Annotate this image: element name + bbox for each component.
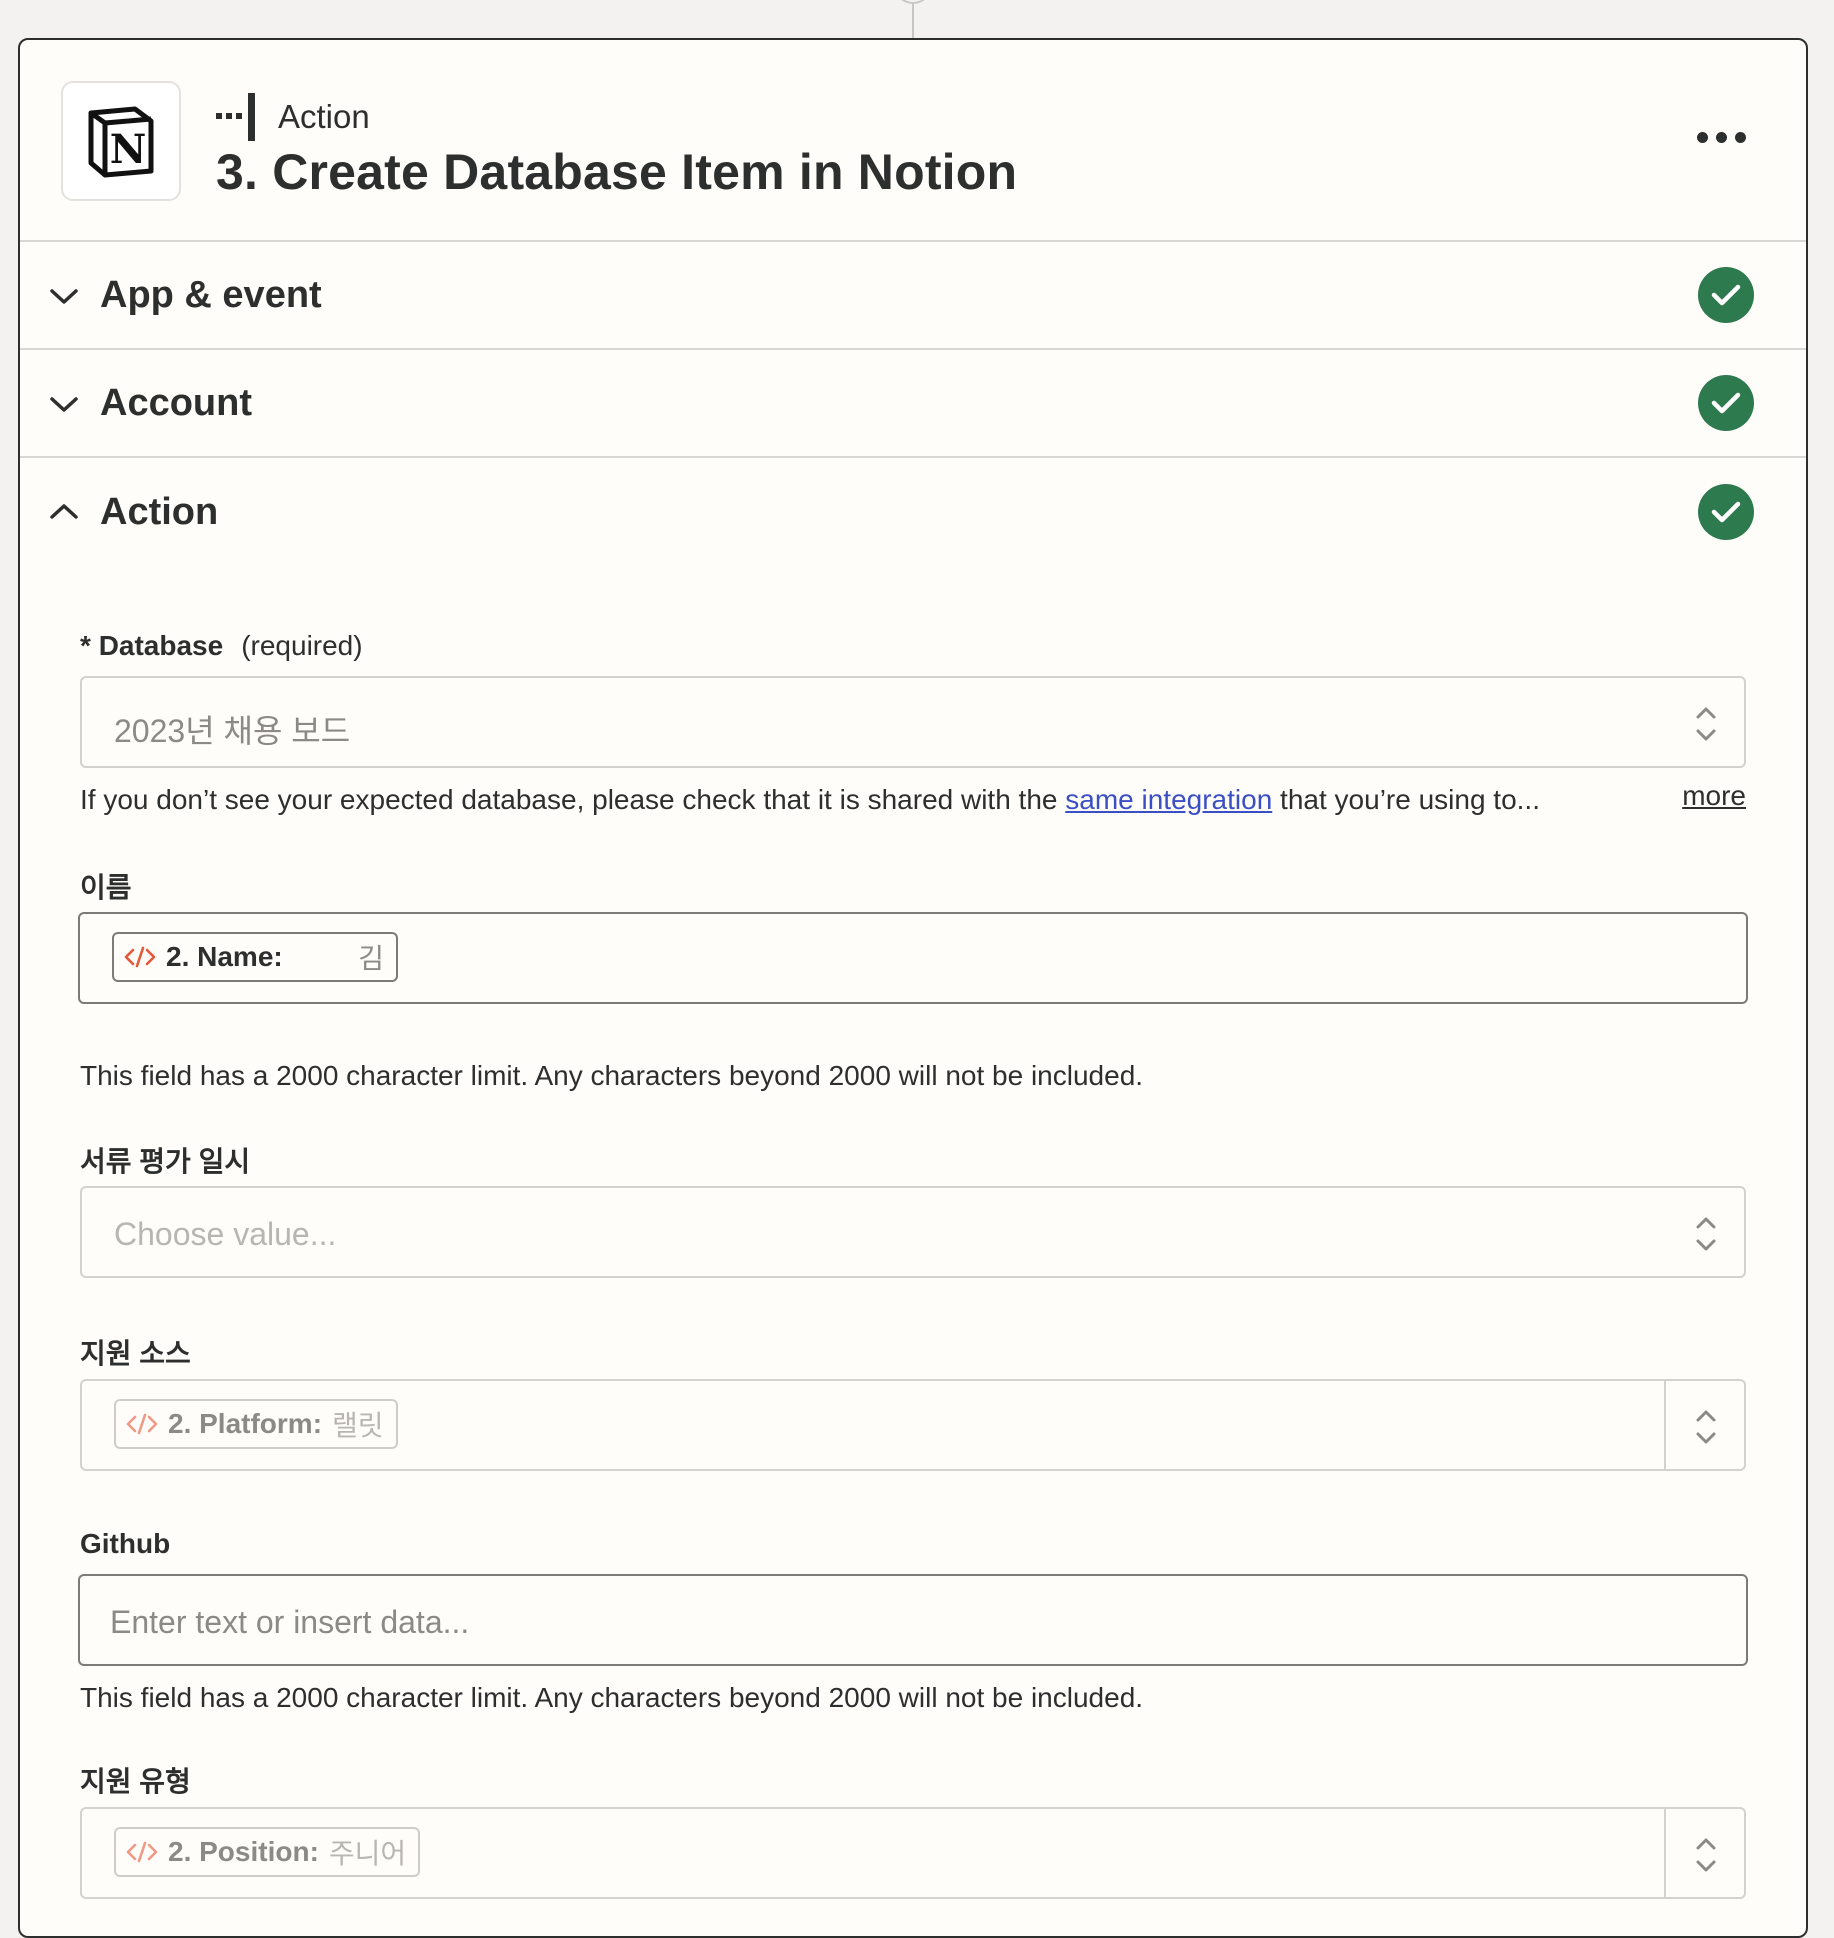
- step-title: 3. Create Database Item in Notion: [216, 144, 1018, 200]
- name-label: 이름: [80, 872, 132, 903]
- pill-value: 김: [358, 943, 384, 974]
- database-value: 2023년 채용 보드: [114, 713, 351, 749]
- step-kind: Action: [216, 93, 370, 141]
- source-select[interactable]: 2. Platform: 랠릿: [80, 1379, 1746, 1471]
- step-card: N Action 3. Create Database Item in Noti…: [18, 38, 1808, 1938]
- code-icon: [124, 946, 156, 968]
- pill-value: 랠릿: [332, 1410, 384, 1441]
- notion-logo-icon: N: [61, 81, 181, 201]
- updown-chevron-icon: [1696, 707, 1716, 741]
- database-label-text: Database: [98, 630, 224, 661]
- github-placeholder: Enter text or insert data...: [110, 1604, 470, 1640]
- step-connector-node: [894, 0, 932, 4]
- chevron-down-icon: [50, 289, 78, 304]
- code-icon: [126, 1413, 158, 1435]
- step-header: N Action 3. Create Database Item in Noti…: [20, 40, 1806, 242]
- section-label: App & event: [100, 273, 322, 316]
- review-date-placeholder: Choose value...: [114, 1216, 337, 1252]
- select-divider: [1664, 1809, 1666, 1897]
- database-help-text-end: that you’re using to...: [1272, 784, 1540, 815]
- github-label: Github: [80, 1528, 171, 1559]
- updown-chevron-icon[interactable]: [1694, 1835, 1718, 1875]
- section-app-event[interactable]: App & event: [20, 242, 1806, 350]
- check-circle-icon: [1698, 375, 1754, 431]
- check-circle-icon: [1698, 267, 1754, 323]
- same-integration-link[interactable]: same integration: [1065, 784, 1272, 815]
- more-options-icon[interactable]: [1697, 132, 1746, 143]
- apply-type-label: 지원 유형: [80, 1766, 191, 1797]
- database-help-text: If you don’t see your expected database,…: [80, 784, 1066, 815]
- pill-value: 주니어: [328, 1838, 407, 1869]
- github-help: This field has a 2000 character limit. A…: [80, 1682, 1144, 1713]
- name-input[interactable]: 2. Name: 김: [78, 912, 1748, 1004]
- pill-key: 2. Platform:: [168, 1408, 323, 1439]
- required-note: (required): [241, 630, 363, 661]
- source-label: 지원 소스: [80, 1338, 191, 1369]
- step-connector: [912, 0, 914, 40]
- chevron-down-icon: [50, 397, 78, 412]
- section-action[interactable]: Action: [20, 458, 1806, 566]
- section-account[interactable]: Account: [20, 350, 1806, 458]
- select-divider: [1664, 1381, 1666, 1469]
- more-link[interactable]: more: [1682, 780, 1746, 812]
- pill-key: 2. Position:: [168, 1836, 319, 1867]
- review-date-select[interactable]: Choose value...: [80, 1186, 1746, 1278]
- section-label: Account: [100, 381, 252, 424]
- step-kind-label: Action: [278, 98, 370, 135]
- check-circle-icon: [1698, 484, 1754, 540]
- chevron-up-icon: [50, 504, 78, 519]
- pill-key: 2. Name:: [166, 941, 283, 972]
- database-select[interactable]: 2023년 채용 보드: [80, 676, 1746, 768]
- action-step-icon: [216, 93, 255, 141]
- database-help: If you don’t see your expected database,…: [80, 784, 1540, 816]
- svg-text:N: N: [110, 126, 147, 173]
- name-help: This field has a 2000 character limit. A…: [80, 1060, 1144, 1091]
- source-data-pill[interactable]: 2. Platform: 랠릿: [114, 1399, 398, 1449]
- github-input[interactable]: Enter text or insert data...: [78, 1574, 1748, 1666]
- database-label: * Database (required): [80, 630, 363, 662]
- apply-type-data-pill[interactable]: 2. Position: 주니어: [114, 1827, 421, 1877]
- review-date-label: 서류 평가 일시: [80, 1146, 251, 1177]
- section-label: Action: [100, 490, 219, 533]
- apply-type-select[interactable]: 2. Position: 주니어: [80, 1807, 1746, 1899]
- updown-chevron-icon: [1696, 1217, 1716, 1251]
- code-icon: [126, 1841, 158, 1863]
- name-data-pill[interactable]: 2. Name: 김: [112, 932, 398, 982]
- updown-chevron-icon[interactable]: [1694, 1407, 1718, 1447]
- required-asterisk: *: [80, 630, 99, 661]
